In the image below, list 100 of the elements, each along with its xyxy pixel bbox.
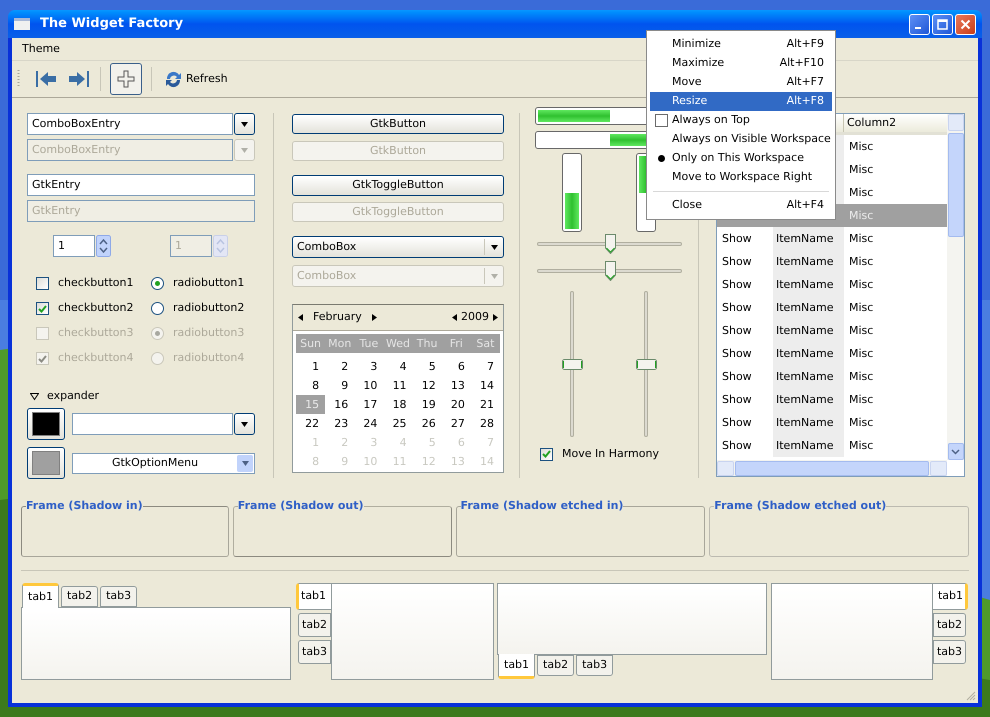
calendar-day[interactable]: 13 [442,376,471,395]
calendar-day[interactable]: 17 [354,395,384,414]
tab[interactable]: tab1 [933,583,968,610]
slider-thumb[interactable] [562,358,583,370]
slider[interactable] [562,291,583,437]
tab[interactable]: tab2 [933,613,966,637]
calendar-day[interactable]: 2 [325,357,354,376]
menu-item[interactable]: Only on This Workspace [650,149,832,168]
menu-item[interactable]: Move Alt+F7 [650,73,832,92]
tab[interactable]: tab1 [296,583,331,610]
calendar-day[interactable]: 10 [354,376,384,395]
tab[interactable]: tab3 [576,655,614,676]
calendar-day[interactable]: 6 [442,357,471,376]
menu-item[interactable]: Close Alt+F4 [650,196,832,215]
calendar-day[interactable]: 12 [412,376,442,395]
maximize-button[interactable] [932,14,953,34]
combo-entry-field[interactable]: ComboBoxEntry [27,113,233,135]
add-toggle-button[interactable] [110,63,142,95]
table-row[interactable]: Show ItemName Misc [717,434,947,457]
combo-entry-field[interactable] [72,413,233,435]
resize-grip-icon[interactable] [966,691,976,701]
combo-box[interactable]: ComboBox [292,236,504,258]
calendar-day[interactable]: 5 [412,357,442,376]
tab[interactable]: tab2 [61,586,98,607]
menu-item[interactable]: Always on Top [650,111,832,130]
slider-thumb[interactable] [604,234,616,254]
tab[interactable]: tab2 [298,613,331,637]
dropdown-button[interactable] [234,113,255,135]
slider[interactable] [636,291,657,437]
tab[interactable]: tab3 [298,640,331,664]
column-header-label[interactable]: Column2 [844,114,896,132]
close-button[interactable] [955,14,976,34]
calendar-day[interactable]: 27 [442,414,471,433]
menu-item[interactable]: Resize Alt+F8 [650,92,832,111]
calendar-day[interactable]: 14 [470,376,500,395]
calendar-day[interactable]: 21 [470,395,500,414]
table-row[interactable]: Show ItemName Misc [717,342,947,365]
table-row[interactable]: Show ItemName Misc [717,227,947,250]
next-month-icon[interactable] [372,314,377,321]
calendar-day[interactable]: 9 [325,376,354,395]
scrollbar-thumb[interactable] [948,133,964,237]
slider-thumb[interactable] [636,358,657,370]
calendar-day[interactable]: 4 [383,357,413,376]
calendar-day[interactable]: 1 [296,357,326,376]
button[interactable]: GtkToggleButton [292,175,504,196]
calendar-day[interactable]: 28 [470,414,500,433]
checkbox[interactable] [36,302,49,315]
table-row[interactable]: Show ItemName Misc [717,273,947,296]
menu-item[interactable]: Theme [18,40,64,58]
calendar-day[interactable]: 23 [325,414,354,433]
table-row[interactable]: Show ItemName Misc [717,319,947,342]
color-button[interactable] [27,447,65,479]
checkbox[interactable] [654,114,668,127]
table-row[interactable]: Show ItemName Misc [717,296,947,319]
calendar-day[interactable]: 3 [354,357,384,376]
expander-triangle-icon[interactable] [30,392,39,400]
dropdown-button[interactable] [234,413,255,435]
calendar-day[interactable]: 20 [442,395,471,414]
calendar-day[interactable]: 24 [354,414,384,433]
color-button[interactable] [27,408,65,440]
tab[interactable]: tab2 [537,655,574,676]
tab[interactable]: tab3 [100,586,138,607]
calendar-day[interactable]: 7 [470,357,500,376]
table-row[interactable]: Show ItemName Misc [717,388,947,411]
table-row[interactable]: Show ItemName Misc [717,250,947,273]
calendar-day[interactable]: 26 [412,414,442,433]
calendar-day[interactable]: 11 [383,376,413,395]
checkbox[interactable] [540,448,553,460]
menu-item[interactable]: Move to Workspace Right [650,168,832,187]
option-menu[interactable]: GtkOptionMenu [72,452,255,474]
scroll-down-button[interactable] [948,443,964,460]
calendar-day[interactable]: 16 [325,395,354,414]
previous-month-icon[interactable] [298,314,303,321]
spin-field[interactable]: 1 [53,235,95,257]
table-row[interactable]: Show ItemName Misc [717,411,947,434]
radio-button[interactable] [151,302,164,315]
spin-arrows-icon[interactable] [96,235,111,257]
text-field[interactable]: GtkEntry [27,174,255,196]
calendar-day[interactable]: 18 [383,395,413,414]
checkbox[interactable] [36,277,49,290]
calendar-day[interactable]: 19 [412,395,442,414]
calendar-day[interactable]: 8 [296,376,326,395]
menu-item[interactable]: Always on Visible Workspace [650,130,832,149]
tab[interactable]: tab1 [498,654,536,679]
radio-button[interactable] [151,277,164,290]
calendar-day[interactable]: 22 [296,414,326,433]
minimize-button[interactable] [909,14,930,34]
button[interactable]: GtkButton [292,114,504,134]
next-year-icon[interactable] [493,314,498,321]
previous-year-icon[interactable] [452,314,457,321]
menu-item[interactable]: Minimize Alt+F9 [650,35,832,54]
calendar-day[interactable]: 25 [383,414,413,433]
table-row[interactable]: Show ItemName Misc [717,365,947,388]
expander-label[interactable]: expander [47,388,100,404]
tab[interactable]: tab1 [22,583,60,608]
scrollbar-thumb[interactable] [735,460,929,476]
menu-item[interactable]: Maximize Alt+F10 [650,54,832,73]
tab[interactable]: tab3 [933,640,966,664]
slider-thumb[interactable] [604,261,616,281]
refresh-button[interactable]: Refresh [162,66,230,92]
